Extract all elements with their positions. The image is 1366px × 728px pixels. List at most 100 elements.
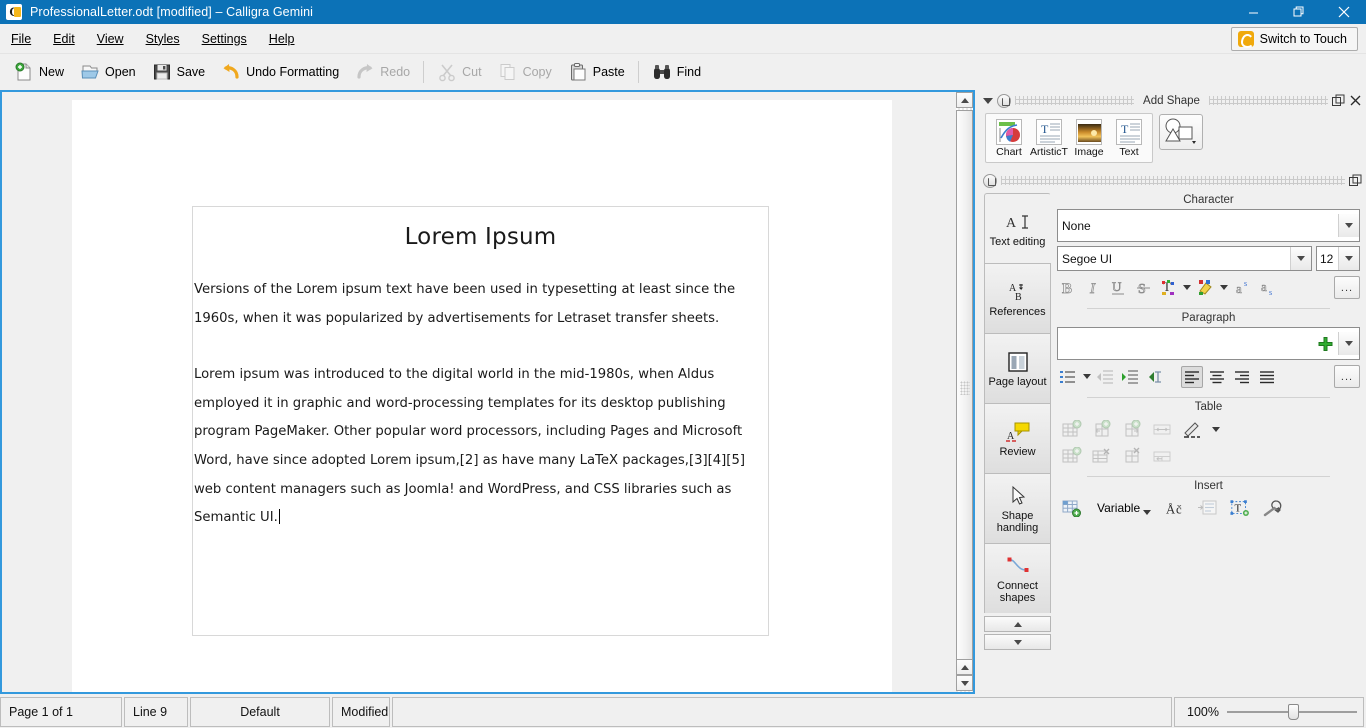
table-border-style-button[interactable] bbox=[1181, 418, 1203, 440]
scrollbar-thumb[interactable] bbox=[956, 110, 973, 666]
insert-table-button[interactable] bbox=[1061, 497, 1083, 519]
align-center-button[interactable] bbox=[1206, 366, 1228, 388]
split-cells-button[interactable] bbox=[1151, 445, 1173, 467]
paste-button[interactable]: Paste bbox=[560, 58, 633, 86]
scroll-down-button[interactable] bbox=[956, 675, 973, 691]
close-icon[interactable] bbox=[1349, 94, 1362, 107]
menu-edit[interactable]: Edit bbox=[42, 28, 86, 50]
menu-view[interactable]: View bbox=[86, 28, 135, 50]
tab-text-editing[interactable]: A Text editing bbox=[984, 193, 1051, 263]
configure-button[interactable] bbox=[1261, 497, 1283, 519]
document-page[interactable]: Lorem Ipsum Versions of the Lorem ipsum … bbox=[72, 100, 892, 692]
highlight-color-button[interactable] bbox=[1194, 277, 1216, 299]
tab-review[interactable]: A Review bbox=[984, 403, 1051, 473]
save-button[interactable]: Save bbox=[144, 58, 214, 86]
undock-icon[interactable] bbox=[1332, 94, 1345, 107]
status-page-cell: Page 1 of 1 bbox=[0, 697, 122, 727]
find-button[interactable]: Find bbox=[644, 58, 709, 86]
zoom-control[interactable]: 100% bbox=[1174, 697, 1364, 727]
add-chart-shape-button[interactable]: Chart bbox=[990, 117, 1028, 159]
paragraph-style-combo[interactable] bbox=[1057, 327, 1360, 360]
character-more-button[interactable]: ... bbox=[1334, 276, 1360, 299]
align-left-button[interactable] bbox=[1181, 365, 1203, 388]
paragraph-more-button[interactable]: ... bbox=[1334, 365, 1360, 388]
decrease-indent-button[interactable] bbox=[1094, 366, 1116, 388]
insert-special-character-button[interactable]: Å č bbox=[1165, 497, 1187, 519]
add-image-shape-button[interactable]: Image bbox=[1070, 117, 1108, 159]
list-style-button[interactable] bbox=[1057, 366, 1079, 388]
close-button[interactable] bbox=[1321, 0, 1366, 24]
text-frame[interactable]: Lorem Ipsum Versions of the Lorem ipsum … bbox=[192, 206, 769, 636]
tab-scroll-up-button[interactable] bbox=[984, 616, 1051, 632]
zoom-slider-thumb[interactable] bbox=[1288, 704, 1300, 720]
menu-settings[interactable]: Settings bbox=[191, 28, 258, 50]
insert-row-below-button[interactable] bbox=[1061, 445, 1083, 467]
undo-formatting-button[interactable]: Undo Formatting bbox=[213, 58, 347, 86]
delete-column-button[interactable] bbox=[1121, 445, 1143, 467]
insert-row-above-button[interactable] bbox=[1061, 418, 1083, 440]
add-artistic-text-shape-button[interactable]: T ArtisticT bbox=[1030, 117, 1068, 159]
open-button[interactable]: Open bbox=[72, 58, 144, 86]
new-button[interactable]: New bbox=[6, 58, 72, 86]
scroll-up-button[interactable] bbox=[956, 92, 973, 108]
highlight-color-dropdown-icon[interactable] bbox=[1220, 285, 1228, 290]
insert-textbox-button[interactable]: T bbox=[1229, 497, 1251, 519]
chevron-down-icon[interactable] bbox=[1338, 214, 1359, 237]
tab-page-layout[interactable]: Page layout bbox=[984, 333, 1051, 403]
tab-shape-handling[interactable]: Shape handling bbox=[984, 473, 1051, 543]
superscript-button[interactable]: as bbox=[1231, 277, 1253, 299]
redo-button-label: Redo bbox=[380, 65, 411, 79]
maximize-restore-button[interactable] bbox=[1276, 0, 1321, 24]
chevron-down-icon[interactable] bbox=[983, 97, 993, 104]
plus-icon[interactable] bbox=[1318, 336, 1333, 351]
italic-button[interactable]: I bbox=[1082, 277, 1104, 299]
bold-button[interactable]: B bbox=[1057, 277, 1079, 299]
insert-variable-button[interactable]: Variable bbox=[1093, 497, 1155, 519]
open-button-label: Open bbox=[105, 65, 136, 79]
subscript-button[interactable]: as bbox=[1256, 277, 1278, 299]
undock-icon[interactable] bbox=[1349, 174, 1362, 187]
dock-drag-handle-right[interactable] bbox=[1208, 96, 1329, 105]
character-style-combo[interactable]: None bbox=[1057, 209, 1360, 242]
insert-column-left-button[interactable] bbox=[1091, 418, 1113, 440]
add-text-shape-button[interactable]: T Text bbox=[1110, 117, 1148, 159]
tab-scroll-down-button[interactable] bbox=[984, 634, 1051, 650]
document-vertical-scrollbar[interactable] bbox=[956, 92, 973, 692]
merge-cells-button[interactable] bbox=[1151, 418, 1173, 440]
font-family-combo[interactable]: Segoe UI bbox=[1057, 246, 1312, 271]
more-shapes-button[interactable] bbox=[1159, 114, 1203, 150]
menu-help[interactable]: Help bbox=[258, 28, 306, 50]
zoom-slider[interactable] bbox=[1226, 704, 1357, 720]
text-color-dropdown-icon[interactable] bbox=[1183, 285, 1191, 290]
minimize-button[interactable] bbox=[1231, 0, 1276, 24]
scroll-up-button-bottom[interactable] bbox=[956, 659, 973, 675]
font-size-combo[interactable]: 12 bbox=[1316, 246, 1360, 271]
canvas-scroll-area[interactable]: Lorem Ipsum Versions of the Lorem ipsum … bbox=[2, 92, 956, 692]
tab-references[interactable]: A B References bbox=[984, 263, 1051, 333]
menu-styles[interactable]: Styles bbox=[135, 28, 191, 50]
dock-drag-handle[interactable] bbox=[1001, 176, 1345, 185]
tab-connect-shapes[interactable]: Connect shapes bbox=[984, 543, 1051, 613]
insert-column-right-button[interactable] bbox=[1121, 418, 1143, 440]
chevron-down-icon[interactable] bbox=[1338, 247, 1359, 270]
align-right-button[interactable] bbox=[1231, 366, 1253, 388]
document-body[interactable]: Versions of the Lorem ipsum text have be… bbox=[193, 276, 768, 533]
align-justify-button[interactable] bbox=[1256, 366, 1278, 388]
dock-lock-icon[interactable] bbox=[997, 93, 1011, 108]
text-color-button[interactable]: T bbox=[1157, 277, 1179, 299]
dock-lock-icon[interactable] bbox=[983, 173, 997, 188]
underline-button[interactable]: U bbox=[1107, 277, 1129, 299]
strikethrough-button[interactable]: S bbox=[1132, 277, 1154, 299]
chevron-down-icon[interactable] bbox=[1290, 247, 1311, 270]
delete-row-button[interactable] bbox=[1091, 445, 1113, 467]
menu-file[interactable]: File bbox=[0, 28, 42, 50]
table-border-dropdown-icon[interactable] bbox=[1212, 426, 1220, 432]
switch-to-touch-button[interactable]: Switch to Touch bbox=[1230, 26, 1358, 51]
increase-indent-button[interactable] bbox=[1119, 366, 1141, 388]
redo-button: Redo bbox=[347, 58, 418, 86]
dock-drag-handle-left[interactable] bbox=[1015, 96, 1135, 105]
list-style-dropdown-icon[interactable] bbox=[1083, 374, 1091, 379]
insert-index-button[interactable] bbox=[1197, 497, 1219, 519]
text-direction-button[interactable] bbox=[1144, 366, 1166, 388]
chevron-down-icon[interactable] bbox=[1338, 332, 1359, 355]
